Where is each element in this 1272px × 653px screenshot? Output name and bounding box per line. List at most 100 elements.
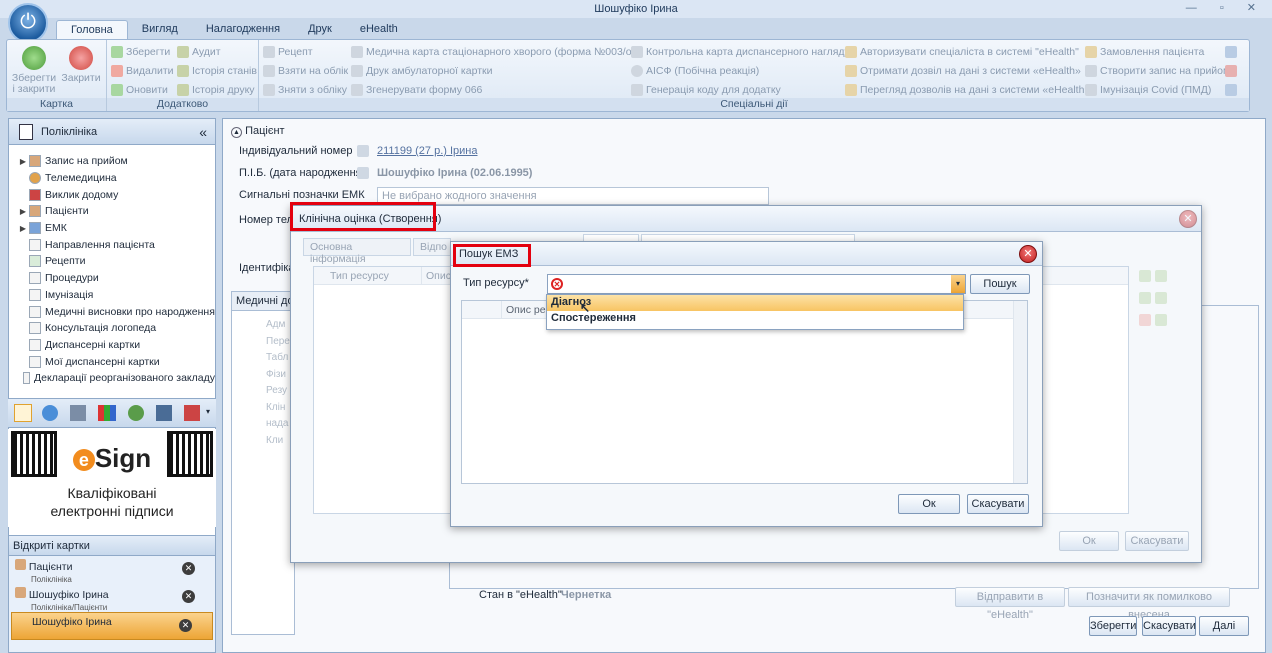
collapse-icon[interactable]: ▲: [231, 127, 242, 138]
patient-save-button[interactable]: Зберегти: [1089, 616, 1137, 636]
sidebar-item-emk[interactable]: ▶ ЕМК: [17, 220, 215, 237]
book-icon[interactable]: [14, 404, 32, 422]
send-ehealth-button[interactable]: Відправити в "eHealth": [955, 587, 1065, 621]
ribbon-group-extra: Зберегти Аудит Видалити Історія станів О…: [107, 40, 259, 111]
chevron-down-icon[interactable]: ▾: [951, 275, 965, 293]
sidebar-item-home-call[interactable]: Виклик додому: [17, 186, 215, 203]
home-icon[interactable]: [156, 405, 172, 421]
close-card-button[interactable]: Закрити: [59, 46, 103, 84]
state-history-button[interactable]: Історія станів: [177, 65, 257, 77]
create-appointment-button[interactable]: Створити запис на прийом: [1085, 65, 1230, 77]
print-outpatient-card-button[interactable]: Друк амбулаторної картки: [351, 65, 492, 77]
clinical-cancel-button[interactable]: Скасувати: [1125, 531, 1189, 551]
phone-icon: [631, 84, 643, 96]
calendar-icon: [1085, 65, 1097, 77]
close-card-icon[interactable]: ✕: [182, 590, 195, 603]
check-icon[interactable]: [1155, 314, 1167, 326]
collapse-sidebar-button[interactable]: «: [199, 124, 207, 140]
up-icon[interactable]: [1155, 292, 1167, 304]
tab-ehealth[interactable]: eHealth: [346, 20, 412, 39]
blocks-icon[interactable]: [98, 405, 116, 421]
down-icon[interactable]: [1139, 292, 1151, 304]
tab-other[interactable]: Відпо: [413, 238, 451, 256]
sidebar-item-appointment[interactable]: ▶ Запис на прийом: [17, 153, 215, 170]
sidebar-item-immunization[interactable]: Імунізація: [17, 287, 215, 304]
sidebar-item-patients[interactable]: ▶ Пацієнти: [17, 203, 215, 220]
sidebar-item-declarations[interactable]: Декларації реорганізованого закладу: [17, 370, 215, 387]
calendar-check-icon[interactable]: [184, 405, 200, 421]
get-permission-button[interactable]: Отримати дозвіл на дані з системи «eHeal…: [845, 65, 1081, 77]
document-icon: [29, 238, 41, 251]
tab-settings[interactable]: Налагодження: [192, 20, 294, 39]
deregister-button[interactable]: Зняти з обліку: [263, 84, 347, 96]
covid-immunization-button[interactable]: Імунізація Covid (ПМД): [1085, 84, 1211, 96]
audit-button[interactable]: Аудит: [177, 46, 221, 58]
generate-form-066-button[interactable]: Згенерувати форму 066: [351, 84, 482, 96]
patient-cancel-button[interactable]: Скасувати: [1142, 616, 1196, 636]
refresh-icon[interactable]: [128, 405, 144, 421]
close-card-icon[interactable]: ✕: [182, 562, 195, 575]
open-card-item-active[interactable]: Шошуфіко Ірина ✕: [11, 612, 213, 640]
sidebar-item-speech-therapy[interactable]: Консультація логопеда: [17, 320, 215, 337]
home-call-icon: [29, 188, 41, 201]
patient-next-button[interactable]: Далі: [1199, 616, 1249, 636]
tab-main[interactable]: Головна: [56, 20, 128, 39]
tab-view[interactable]: Вигляд: [128, 20, 192, 39]
resource-type-dropdown: Діагноз ↖ Спостереження: [546, 294, 964, 330]
sidebar-item-telemedicine[interactable]: Телемедицина: [17, 170, 215, 187]
close-icon[interactable]: ✕: [1019, 245, 1037, 263]
open-card-item[interactable]: Пацієнти Поліклініка ✕: [9, 556, 215, 584]
sidebar-item-procedures[interactable]: Процедури: [17, 270, 215, 287]
ribbon-extra-icon-3[interactable]: [1225, 84, 1237, 96]
clinical-ok-button[interactable]: Ок: [1059, 531, 1119, 551]
search-button[interactable]: Пошук: [970, 274, 1030, 294]
prescription-button[interactable]: Рецепт: [263, 46, 313, 58]
save-close-button[interactable]: Зберегти і закрити: [11, 46, 57, 95]
mark-error-button[interactable]: Позначити як помилково внесена: [1068, 587, 1230, 621]
generate-app-code-button[interactable]: Генерація коду для додатку: [631, 84, 781, 96]
tab-medical-documents[interactable]: Медичні до: [231, 291, 297, 311]
window-controls[interactable]: — ▫ ✕: [1186, 1, 1266, 14]
esign-banner[interactable]: e Sign Кваліфіковані електронні підписи: [8, 429, 216, 527]
close-icon[interactable]: ✕: [1179, 210, 1197, 228]
option-observation[interactable]: Спостереження: [547, 311, 963, 327]
dispensary-card-button[interactable]: Контрольна карта диспансерного нагляду: [631, 46, 850, 58]
delete-button[interactable]: Видалити: [111, 65, 174, 77]
option-diagnosis[interactable]: Діагноз ↖: [547, 295, 963, 315]
patient-order-button[interactable]: Замовлення пацієнта: [1085, 46, 1204, 58]
refresh-button[interactable]: Оновити: [111, 84, 168, 96]
chevron-down-icon[interactable]: ▾: [206, 407, 210, 416]
print-history-button[interactable]: Історія друку: [177, 84, 255, 96]
list-icon[interactable]: [70, 405, 86, 421]
authorize-ehealth-button[interactable]: Авторизувати спеціаліста в системі "eHea…: [845, 46, 1079, 58]
app-menu-button[interactable]: ⏻: [8, 3, 48, 43]
tab-print[interactable]: Друк: [294, 20, 346, 39]
id-value-link[interactable]: 211199 (27 р.) Ірина: [377, 145, 478, 157]
expand-arrow-icon[interactable]: ▶: [17, 157, 29, 166]
sidebar-item-referral[interactable]: Направлення пацієнта: [17, 236, 215, 253]
grid-scrollbar[interactable]: [1013, 301, 1027, 483]
edit-icon[interactable]: [1155, 270, 1167, 282]
tab-main-info[interactable]: Основна інформація: [303, 238, 411, 265]
globe-icon[interactable]: [42, 405, 58, 421]
ribbon-extra-icon-2[interactable]: [1225, 65, 1237, 77]
search-ok-button[interactable]: Ок: [898, 494, 960, 514]
sidebar-item-birth-reports[interactable]: Медичні висновки про народження: [17, 303, 215, 320]
register-button[interactable]: Взяти на облік: [263, 65, 348, 77]
sidebar-item-my-dispensary-cards[interactable]: Мої диспансерні картки: [17, 353, 215, 370]
search-cancel-button[interactable]: Скасувати: [967, 494, 1029, 514]
add-icon[interactable]: [1139, 270, 1151, 282]
expand-arrow-icon[interactable]: ▶: [17, 207, 29, 216]
delete-icon[interactable]: [1139, 314, 1151, 326]
open-card-item[interactable]: Шошуфіко Ірина Поліклініка/Пацієнти ✕: [9, 584, 215, 612]
sidebar-item-prescriptions[interactable]: Рецепти: [17, 253, 215, 270]
aisf-button[interactable]: АІСФ (Побічна реакція): [631, 65, 759, 77]
inpatient-card-button[interactable]: Медична карта стаціонарного хворого (фор…: [351, 46, 635, 58]
expand-arrow-icon[interactable]: ▶: [17, 224, 29, 233]
close-card-icon[interactable]: ✕: [179, 619, 192, 632]
sidebar-item-dispensary-cards[interactable]: Диспансерні картки: [17, 337, 215, 354]
resource-type-select[interactable]: ✕ ▾: [547, 274, 966, 294]
view-permissions-button[interactable]: Перегляд дозволів на дані з системи «eHe…: [845, 84, 1090, 96]
ribbon-extra-icon-1[interactable]: [1225, 46, 1237, 58]
save-button[interactable]: Зберегти: [111, 46, 170, 58]
